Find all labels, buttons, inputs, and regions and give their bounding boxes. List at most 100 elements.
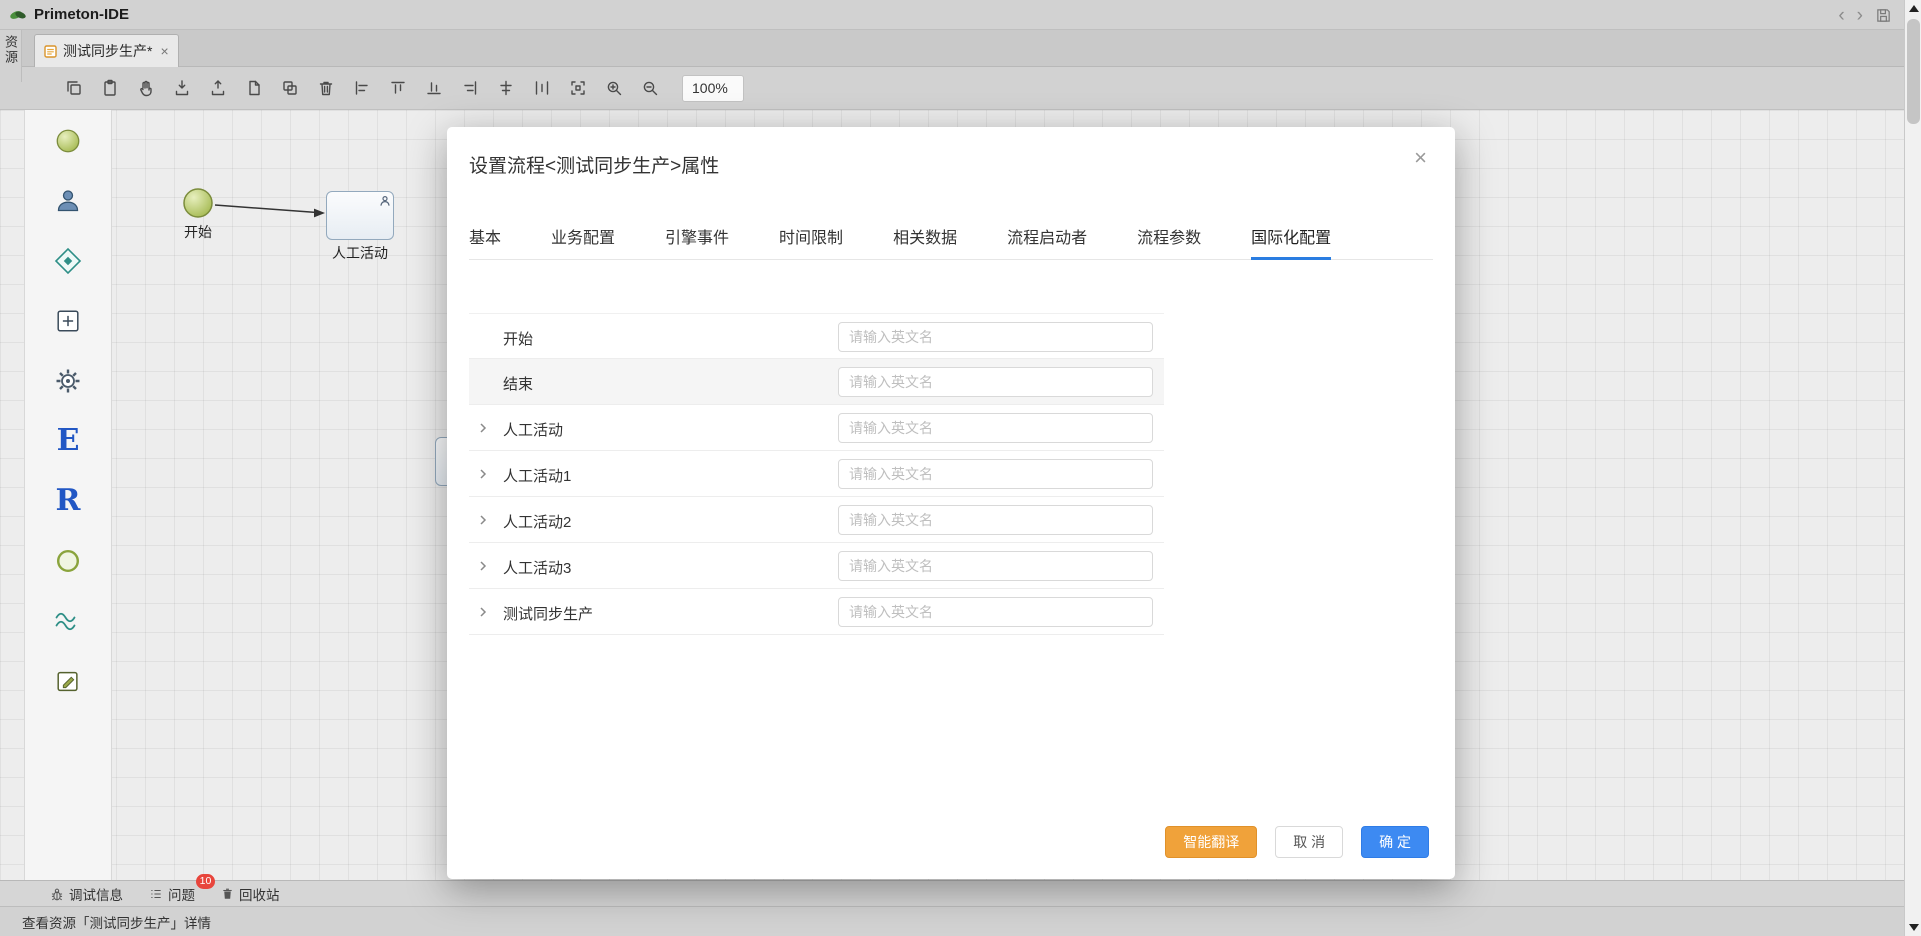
problems-count-badge: 10: [196, 874, 215, 889]
status-bar: 查看资源「测试同步生产」详情: [0, 906, 1904, 936]
start-node-label: 开始: [166, 222, 230, 242]
recycle-bin-item[interactable]: 回收站: [221, 884, 280, 904]
app-title: Primeton-IDE: [34, 6, 129, 23]
palette-automatic-activity[interactable]: [40, 364, 96, 398]
editor-toolbar: 100%: [0, 67, 1904, 110]
start-node[interactable]: [181, 186, 215, 220]
smart-translate-button[interactable]: 智能翻译: [1165, 826, 1257, 858]
align-center-button[interactable]: [494, 77, 517, 100]
row-label: 人工活动: [503, 419, 563, 440]
align-top-button[interactable]: [386, 77, 409, 100]
manual-activity-label: 人工活动: [320, 243, 400, 263]
palette-annotation[interactable]: [40, 664, 96, 698]
palette-start-node[interactable]: [40, 124, 96, 158]
zoom-level-input[interactable]: 100%: [682, 75, 744, 102]
process-properties-dialog: 设置流程<测试同步生产>属性 × 基本 业务配置 引擎事件 时间限制 相关数据 …: [447, 127, 1455, 879]
export-button[interactable]: [206, 77, 229, 100]
problems-item[interactable]: 问题 10: [149, 884, 195, 904]
row-label: 测试同步生产: [503, 603, 593, 624]
row-label: 人工活动3: [503, 557, 571, 578]
palette-entity-e[interactable]: E: [40, 424, 96, 458]
node-palette: E R: [24, 110, 112, 880]
tab-time-limit[interactable]: 时间限制: [779, 218, 843, 259]
dialog-title: 设置流程<测试同步生产>属性: [469, 151, 719, 178]
pan-hand-button[interactable]: [134, 77, 157, 100]
english-name-input[interactable]: [838, 505, 1153, 535]
expand-chevron-icon[interactable]: [477, 468, 489, 480]
row-label: 人工活动2: [503, 511, 571, 532]
dialog-footer: 智能翻译 取 消 确 定: [1165, 826, 1429, 858]
table-row: 开始: [469, 313, 1164, 359]
duplicate-button[interactable]: [278, 77, 301, 100]
copy-button[interactable]: [62, 77, 85, 100]
editor-tab[interactable]: 测试同步生产* ×: [34, 34, 179, 67]
debug-info-label: 调试信息: [69, 884, 123, 904]
palette-signal[interactable]: [40, 604, 96, 638]
process-file-icon: [44, 45, 57, 58]
paste-button[interactable]: [98, 77, 121, 100]
english-name-input[interactable]: [838, 367, 1153, 397]
i18n-config-form: 开始 结束 人工活动 人工活动1 人工活动2 人工活动3: [469, 313, 1164, 635]
table-row: 结束: [469, 359, 1164, 405]
tab-process-starter[interactable]: 流程启动者: [1007, 218, 1087, 259]
align-right-button[interactable]: [458, 77, 481, 100]
tab-related-data[interactable]: 相关数据: [893, 218, 957, 259]
align-left-button[interactable]: [350, 77, 373, 100]
english-name-input[interactable]: [838, 322, 1153, 352]
import-button[interactable]: [170, 77, 193, 100]
palette-subprocess[interactable]: [40, 304, 96, 338]
bottom-panel-bar: 调试信息 问题 10 回收站: [0, 880, 1904, 906]
app-logo-icon: [8, 5, 28, 25]
english-name-input[interactable]: [838, 551, 1153, 581]
person-icon: [379, 194, 391, 212]
document-button[interactable]: [242, 77, 265, 100]
ok-button[interactable]: 确 定: [1361, 826, 1429, 858]
tab-close-icon[interactable]: ×: [160, 43, 168, 59]
tab-business-config[interactable]: 业务配置: [551, 218, 615, 259]
dialog-tab-bar: 基本 业务配置 引擎事件 时间限制 相关数据 流程启动者 流程参数 国际化配置: [469, 218, 1433, 260]
status-text: 查看资源「测试同步生产」详情: [22, 912, 211, 932]
zoom-in-button[interactable]: [602, 77, 625, 100]
resource-side-strip[interactable]: 资源: [0, 30, 22, 82]
english-name-input[interactable]: [838, 459, 1153, 489]
table-row: 人工活动1: [469, 451, 1164, 497]
fit-screen-button[interactable]: [566, 77, 589, 100]
editor-tab-bar: [0, 30, 1904, 67]
delete-button[interactable]: [314, 77, 337, 100]
resource-strip-label: 资源: [1, 35, 20, 82]
zoom-out-button[interactable]: [638, 77, 661, 100]
expand-chevron-icon[interactable]: [477, 606, 489, 618]
navigate-back-icon[interactable]: ‹: [1838, 6, 1844, 25]
scrollbar-thumb[interactable]: [1907, 19, 1920, 124]
title-bar: Primeton-IDE ‹ ›: [0, 0, 1904, 30]
expand-chevron-icon[interactable]: [477, 560, 489, 572]
align-bottom-button[interactable]: [422, 77, 445, 100]
palette-end-node[interactable]: [40, 544, 96, 578]
english-name-input[interactable]: [838, 413, 1153, 443]
tab-basic[interactable]: 基本: [469, 218, 501, 259]
scroll-up-icon[interactable]: [1905, 0, 1921, 17]
save-icon[interactable]: [1875, 7, 1892, 24]
tab-engine-events[interactable]: 引擎事件: [665, 218, 729, 259]
dialog-close-icon[interactable]: ×: [1414, 147, 1427, 169]
expand-chevron-icon[interactable]: [477, 422, 489, 434]
table-row: 测试同步生产: [469, 589, 1164, 635]
english-name-input[interactable]: [838, 597, 1153, 627]
tab-process-params[interactable]: 流程参数: [1137, 218, 1201, 259]
problems-label: 问题: [168, 884, 195, 904]
letter-r: R: [56, 486, 81, 516]
palette-manual-activity[interactable]: [40, 184, 96, 218]
debug-info-item[interactable]: 调试信息: [50, 884, 123, 904]
expand-chevron-icon[interactable]: [477, 514, 489, 526]
scroll-down-icon[interactable]: [1905, 919, 1921, 936]
tab-i18n-config[interactable]: 国际化配置: [1251, 218, 1331, 259]
palette-gateway[interactable]: [40, 244, 96, 278]
cancel-button[interactable]: 取 消: [1275, 826, 1343, 858]
vertical-scrollbar[interactable]: [1904, 0, 1921, 936]
row-label: 结束: [503, 373, 533, 394]
row-label: 人工活动1: [503, 465, 571, 486]
distribute-button[interactable]: [530, 77, 553, 100]
manual-activity-node[interactable]: [326, 191, 394, 240]
navigate-forward-icon[interactable]: ›: [1857, 6, 1863, 25]
palette-report-r[interactable]: R: [40, 484, 96, 518]
